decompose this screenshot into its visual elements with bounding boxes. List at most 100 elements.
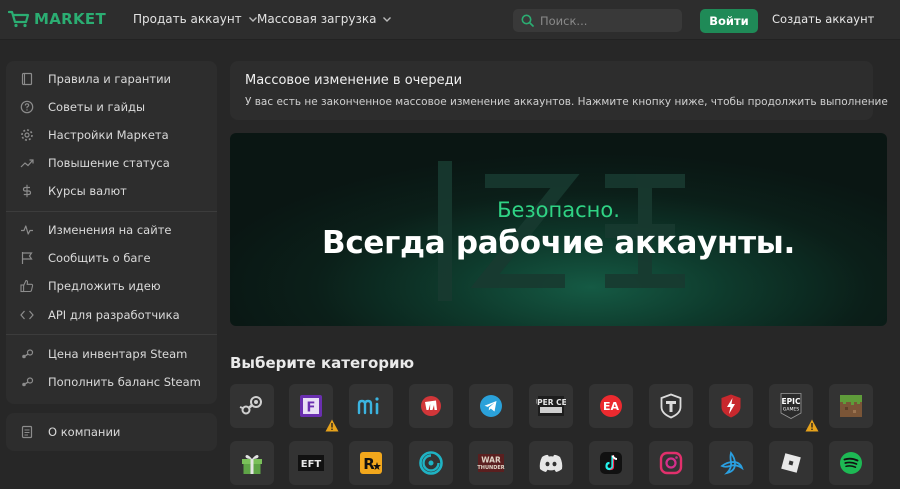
signup-link[interactable]: Создать аккаунт (772, 12, 874, 26)
sidebar-menu: Правила и гарантии Советы и гайды Настро… (6, 61, 217, 404)
sidebar-item-rules[interactable]: Правила и гарантии (6, 65, 217, 93)
ea-text: EA (603, 400, 620, 413)
wot-blitz-icon (721, 394, 741, 418)
sidebar-item-label: Советы и гайды (48, 100, 146, 114)
eft-text: EFT (301, 459, 322, 470)
search-input[interactable] (540, 13, 670, 28)
category-supercell[interactable]: SUPER CELL (529, 384, 573, 428)
sidebar-item-label: Курсы валют (48, 184, 127, 198)
site-logo[interactable]: MARKET (8, 10, 106, 28)
categories-title: Выберите категорию (230, 354, 415, 372)
spotify-icon (840, 452, 862, 474)
sidebar-item-steam-balance[interactable]: Пополнить баланс Steam (6, 368, 217, 396)
fortnite-icon: F (300, 395, 322, 417)
war-thunder-text-1: WAR (481, 456, 501, 465)
supercell-icon: SUPER CELL (536, 396, 566, 416)
nav-sell-account[interactable]: Продать аккаунт (133, 12, 258, 26)
promo-banner[interactable]: Безопасно. Всегда рабочие аккаунты. (230, 133, 887, 326)
discord-icon (539, 454, 563, 472)
category-steam[interactable] (230, 384, 274, 428)
battlenet-icon (720, 451, 744, 475)
sidebar-item-guides[interactable]: Советы и гайды (6, 93, 217, 121)
book-icon (21, 72, 33, 86)
category-riot[interactable] (409, 384, 453, 428)
category-war-thunder[interactable]: WAR THUNDER (469, 441, 513, 485)
category-battlenet[interactable] (709, 441, 753, 485)
category-wot-blitz[interactable] (709, 384, 753, 428)
search-icon (521, 14, 534, 27)
category-gifts[interactable] (230, 441, 274, 485)
sidebar-item-label: Сообщить о баге (48, 251, 151, 265)
flag-icon (21, 252, 33, 264)
epic-text: EPIC (782, 397, 801, 406)
notice-title: Массовое изменение в очереди (245, 73, 463, 88)
sidebar-item-label: Повышение статуса (48, 156, 170, 170)
help-circle-icon (20, 100, 34, 114)
ubisoft-icon (419, 451, 443, 475)
escape-from-tarkov-icon: EFT (298, 455, 324, 471)
category-fortnite[interactable]: F (289, 384, 339, 432)
warning-icon (805, 419, 819, 432)
riot-icon (421, 396, 441, 416)
category-minecraft[interactable] (829, 384, 873, 428)
sidebar-divider (6, 334, 217, 335)
category-instagram[interactable] (649, 441, 693, 485)
sidebar-item-label: Цена инвентаря Steam (48, 347, 188, 361)
category-escape-from-tarkov[interactable]: EFT (289, 441, 333, 485)
minecraft-icon (840, 395, 862, 417)
sidebar-item-changes[interactable]: Изменения на сайте (6, 216, 217, 244)
sidebar-about-panel: О компании (6, 413, 217, 451)
category-roblox[interactable] (769, 441, 813, 485)
logo-text: MARKET (34, 10, 106, 28)
category-discord[interactable] (529, 441, 573, 485)
banner-headline: Всегда рабочие аккаунты. (322, 225, 795, 261)
login-button[interactable]: Войти (700, 9, 758, 33)
category-telegram[interactable] (469, 384, 513, 428)
roblox-icon (781, 453, 801, 473)
sidebar-item-label: Изменения на сайте (48, 223, 172, 237)
mass-change-notice: Массовое изменение в очереди У вас есть … (230, 61, 888, 120)
warning-icon (325, 419, 339, 432)
sidebar-item-bug-report[interactable]: Сообщить о баге (6, 244, 217, 272)
search-box[interactable] (513, 9, 682, 32)
dollar-icon (22, 184, 32, 198)
sidebar-item-settings[interactable]: Настройки Маркета (6, 121, 217, 149)
sidebar-item-label: Предложить идею (48, 279, 161, 293)
nav-mass-upload-label: Массовая загрузка (257, 12, 377, 26)
fortnite-letter: F (307, 401, 316, 416)
instagram-icon (659, 451, 683, 475)
mihoyo-icon (357, 397, 379, 415)
epic-subtext: GAMES (783, 407, 799, 413)
category-mihoyo[interactable] (349, 384, 393, 428)
activity-icon (21, 225, 33, 235)
category-tiktok[interactable] (589, 441, 633, 485)
notice-text: У вас есть не законченное массовое измен… (245, 96, 888, 108)
nav-mass-upload[interactable]: Массовая загрузка (257, 12, 392, 26)
sidebar-item-api[interactable]: API для разработчика (6, 301, 217, 329)
category-epic-games[interactable]: EPIC GAMES (769, 384, 819, 432)
sidebar-item-label: Правила и гарантии (48, 72, 172, 86)
category-spotify[interactable] (829, 441, 873, 485)
gear-icon (21, 129, 33, 141)
sidebar-item-idea[interactable]: Предложить идею (6, 272, 217, 300)
sidebar-item-status[interactable]: Повышение статуса (6, 149, 217, 177)
rockstar-letter: R (363, 455, 375, 473)
sidebar-item-label: Настройки Маркета (48, 128, 169, 142)
sidebar-item-currency[interactable]: Курсы валют (6, 177, 217, 205)
world-of-tanks-icon (660, 393, 682, 419)
epic-games-icon: EPICGAMES (780, 393, 802, 419)
war-thunder-text-2: THUNDER (477, 465, 504, 471)
ea-icon: EA (600, 395, 622, 417)
sidebar-item-steam-inventory[interactable]: Цена инвентаря Steam (6, 340, 217, 368)
sidebar-item-about[interactable]: О компании (6, 418, 217, 446)
war-thunder-icon: WARTHUNDER (477, 454, 505, 472)
category-rockstar[interactable]: R (349, 441, 393, 485)
tiktok-icon (600, 452, 622, 474)
category-ubisoft[interactable] (409, 441, 453, 485)
sidebar-item-label: О компании (48, 425, 121, 439)
thumbs-up-icon (20, 279, 34, 293)
category-world-of-tanks[interactable] (649, 384, 693, 428)
supercell-text: SUPER CELL (536, 398, 566, 407)
category-ea[interactable]: EA (589, 384, 633, 428)
trending-up-icon (20, 159, 34, 168)
